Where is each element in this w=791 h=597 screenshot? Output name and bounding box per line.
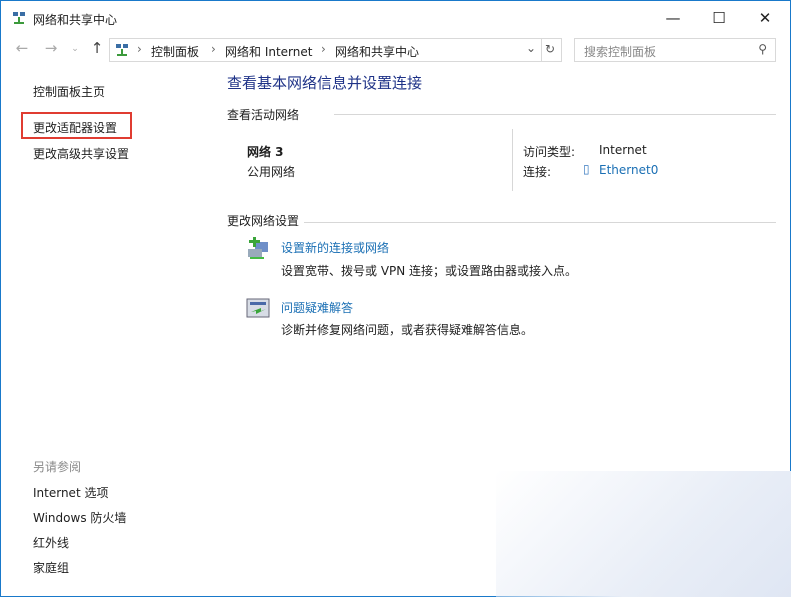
divider bbox=[512, 129, 513, 191]
active-networks-heading: 查看活动网络 bbox=[227, 108, 300, 122]
see-also-infrared[interactable]: 红外线 bbox=[33, 534, 69, 551]
search-icon[interactable]: ⚲ bbox=[758, 42, 767, 56]
see-also-homegroup[interactable]: 家庭组 bbox=[33, 559, 69, 576]
network-center-icon bbox=[13, 12, 25, 24]
network-type[interactable]: 公用网络 bbox=[247, 163, 295, 180]
new-connection-desc: 设置宽带、拨号或 VPN 连接；或设置路由器或接入点。 bbox=[281, 264, 578, 278]
chevron-down-icon[interactable]: ⌄ bbox=[526, 41, 536, 55]
chevron-right-icon: › bbox=[321, 42, 326, 56]
breadcrumb-network-internet[interactable]: 网络和 Internet bbox=[225, 43, 312, 60]
recent-dropdown-icon[interactable]: ⌄ bbox=[65, 44, 85, 54]
troubleshoot-icon bbox=[246, 298, 270, 318]
breadcrumb-network-center[interactable]: 网络和共享中心 bbox=[335, 43, 419, 60]
ethernet-icon: ▯ bbox=[583, 162, 590, 176]
divider bbox=[541, 39, 542, 61]
background-fade bbox=[496, 471, 791, 597]
close-button[interactable]: ✕ bbox=[742, 5, 788, 31]
ethernet-link[interactable]: Ethernet0 bbox=[599, 163, 658, 177]
maximize-button[interactable]: ☐ bbox=[696, 5, 742, 31]
sidebar-item-home[interactable]: 控制面板主页 bbox=[33, 83, 105, 100]
access-type-value: Internet bbox=[599, 143, 647, 157]
forward-button[interactable]: → bbox=[41, 39, 61, 57]
minimize-button[interactable]: — bbox=[650, 5, 696, 31]
new-connection-link[interactable]: 设置新的连接或网络 bbox=[281, 239, 389, 256]
see-also-firewall[interactable]: Windows 防火墙 bbox=[33, 509, 126, 526]
divider bbox=[334, 114, 776, 115]
see-also-heading: 另请参阅 bbox=[33, 460, 82, 474]
sidebar-item-adapter-settings[interactable]: 更改适配器设置 bbox=[33, 119, 117, 136]
refresh-icon[interactable]: ↻ bbox=[545, 42, 555, 56]
sidebar-item-advanced-sharing[interactable]: 更改高级共享设置 bbox=[33, 145, 129, 162]
change-settings-heading: 更改网络设置 bbox=[227, 214, 300, 228]
network-name: 网络 3 bbox=[247, 145, 284, 159]
troubleshoot-desc: 诊断并修复网络问题，或者获得疑难解答信息。 bbox=[281, 323, 534, 337]
chevron-right-icon: › bbox=[137, 42, 142, 56]
address-bar[interactable]: › 控制面板 › 网络和 Internet › 网络和共享中心 ⌄ ↻ bbox=[109, 38, 562, 62]
window-title: 网络和共享中心 bbox=[33, 13, 118, 27]
access-type-label: 访问类型: bbox=[523, 145, 576, 159]
divider bbox=[304, 222, 776, 223]
connection-label: 连接: bbox=[523, 165, 552, 179]
troubleshoot-link[interactable]: 问题疑难解答 bbox=[281, 299, 353, 316]
network-center-icon bbox=[116, 44, 128, 56]
page-title: 查看基本网络信息并设置连接 bbox=[227, 74, 423, 92]
search-box[interactable]: 搜索控制面板 ⚲ bbox=[574, 38, 776, 62]
see-also-internet-options[interactable]: Internet 选项 bbox=[33, 484, 108, 501]
breadcrumb-control-panel[interactable]: 控制面板 bbox=[151, 43, 199, 60]
new-connection-icon bbox=[248, 237, 268, 259]
chevron-right-icon: › bbox=[211, 42, 216, 56]
search-input[interactable]: 搜索控制面板 bbox=[584, 43, 656, 60]
up-button[interactable]: ↑ bbox=[87, 39, 107, 57]
title-bar: 网络和共享中心 — ☐ ✕ bbox=[1, 1, 790, 35]
window: 网络和共享中心 — ☐ ✕ ← → ⌄ ↑ › 控制面板 › 网络和 Inter… bbox=[0, 0, 791, 597]
back-button[interactable]: ← bbox=[12, 39, 32, 57]
